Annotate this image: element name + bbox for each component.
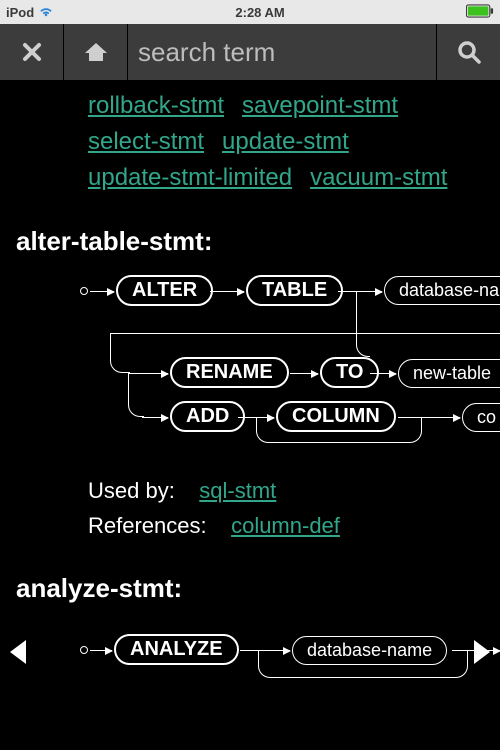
section-title-alter: alter-table-stmt: [0,196,500,271]
used-by-label: Used by: [88,478,175,503]
search-button[interactable] [436,24,500,80]
section-title-analyze: analyze-stmt: [0,543,500,618]
node-rename: RENAME [170,357,289,388]
syntax-diagram-analyze: ANALYZE database-name [0,624,500,694]
link-rollback-stmt[interactable]: rollback-stmt [88,92,224,119]
status-right [466,4,494,21]
close-button[interactable] [0,24,64,80]
syntax-diagram-alter: ALTER TABLE database-name RENAME TO new-… [0,271,500,461]
nav-bar [0,24,500,80]
content[interactable]: rollback-stmt savepoint-stmt select-stmt up… [0,80,500,694]
node-co: co [462,403,500,432]
search-wrap [128,24,436,80]
node-analyze: ANALYZE [114,634,239,665]
link-update-stmt[interactable]: update-stmt [222,128,349,155]
node-database: database-name [384,276,500,305]
status-bar: iPod 2:28 AM [0,0,500,24]
references-label: References: [88,513,207,538]
node-newtable: new-table [398,359,500,388]
link-update-stmt-limited[interactable]: update-stmt-limited [88,164,292,191]
meta-alter: Used by: sql-stmt References: column-def [0,461,500,543]
statement-link-list: rollback-stmt savepoint-stmt select-stmt up… [0,88,500,196]
node-table: TABLE [246,275,343,306]
link-sql-stmt[interactable]: sql-stmt [199,478,276,503]
wifi-icon [38,5,54,20]
battery-icon [466,4,494,21]
carrier-label: iPod [6,5,34,20]
link-savepoint-stmt[interactable]: savepoint-stmt [242,92,398,119]
search-input[interactable] [138,37,426,68]
status-left: iPod [6,5,54,20]
clock: 2:28 AM [54,5,466,20]
home-button[interactable] [64,24,128,80]
node-add: ADD [170,401,245,432]
link-column-def[interactable]: column-def [231,513,340,538]
node-alter: ALTER [116,275,213,306]
link-select-stmt[interactable]: select-stmt [88,128,204,155]
link-vacuum-stmt[interactable]: vacuum-stmt [310,164,447,191]
